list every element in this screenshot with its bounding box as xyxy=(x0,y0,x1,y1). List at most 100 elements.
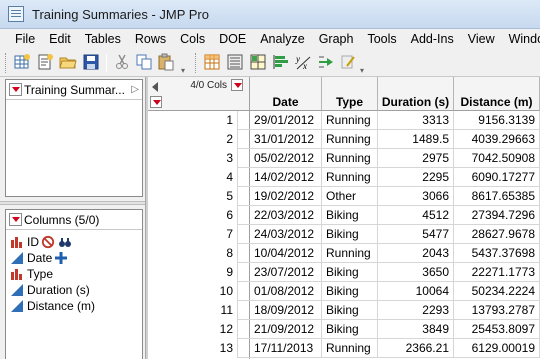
cell-type[interactable]: Running xyxy=(322,130,378,149)
cell-duration[interactable]: 2295 xyxy=(378,168,454,187)
cell-type[interactable]: Running xyxy=(322,149,378,168)
cell-distance[interactable]: 6090.17277 xyxy=(454,168,540,187)
fit-y-by-x-icon[interactable]: yx xyxy=(295,53,313,71)
rows-red-triangle-icon[interactable] xyxy=(150,96,162,108)
table-row[interactable]: 3 05/02/2012 Running 2975 7042.50908 xyxy=(148,149,540,168)
row-number[interactable]: 1 xyxy=(148,111,238,130)
toolbar-grip[interactable] xyxy=(195,53,198,73)
toolbar-overflow-icon[interactable]: ▾ xyxy=(178,53,188,75)
cell-distance[interactable]: 8617.65385 xyxy=(454,187,540,206)
cell-type[interactable]: Biking xyxy=(322,263,378,282)
cell-date[interactable]: 22/03/2012 xyxy=(250,206,322,225)
column-header-date[interactable]: Date xyxy=(250,77,322,111)
cell-type[interactable]: Running xyxy=(322,168,378,187)
table-row[interactable]: 2 31/01/2012 Running 1489.5 4039.29663 xyxy=(148,130,540,149)
menu-doe[interactable]: DOE xyxy=(212,32,253,46)
table-row[interactable]: 5 19/02/2012 Other 3066 8617.65385 xyxy=(148,187,540,206)
toolbar-overflow-icon[interactable]: ▾ xyxy=(357,53,367,75)
cell-date[interactable]: 10/04/2012 xyxy=(250,244,322,263)
row-number[interactable]: 4 xyxy=(148,168,238,187)
red-triangle-menu-icon[interactable] xyxy=(9,213,22,226)
cell-date[interactable]: 31/01/2012 xyxy=(250,130,322,149)
cell-distance[interactable]: 27394.7296 xyxy=(454,206,540,225)
cell-distance[interactable]: 5437.37698 xyxy=(454,244,540,263)
table-row[interactable]: 6 22/03/2012 Biking 4512 27394.7296 xyxy=(148,206,540,225)
column-header-distance[interactable]: Distance (m) xyxy=(454,77,540,111)
cell-distance[interactable]: 9156.3139 xyxy=(454,111,540,130)
row-number[interactable]: 3 xyxy=(148,149,238,168)
cell-date[interactable]: 24/03/2012 xyxy=(250,225,322,244)
cell-type[interactable]: Running xyxy=(322,244,378,263)
cell-duration[interactable]: 4512 xyxy=(378,206,454,225)
table-row[interactable]: 13 17/11/2013 Running 2366.21 6129.00019 xyxy=(148,339,540,358)
column-header-duration[interactable]: Duration (s) xyxy=(378,77,454,111)
cell-type[interactable]: Running xyxy=(322,111,378,130)
new-table-icon[interactable] xyxy=(13,53,31,71)
menu-tools[interactable]: Tools xyxy=(360,32,403,46)
table-row[interactable]: 4 14/02/2012 Running 2295 6090.17277 xyxy=(148,168,540,187)
copy-icon[interactable] xyxy=(135,53,153,71)
cell-date[interactable]: 14/02/2012 xyxy=(250,168,322,187)
table-row[interactable]: 1 29/01/2012 Running 3313 9156.3139 xyxy=(148,111,540,130)
menu-add-ins[interactable]: Add-Ins xyxy=(404,32,461,46)
table-row[interactable]: 12 21/09/2012 Biking 3849 25453.8097 xyxy=(148,320,540,339)
cell-distance[interactable]: 7042.50908 xyxy=(454,149,540,168)
table-row[interactable]: 9 23/07/2012 Biking 3650 22271.1773 xyxy=(148,263,540,282)
cell-date[interactable]: 01/08/2012 xyxy=(250,282,322,301)
menu-cols[interactable]: Cols xyxy=(173,32,212,46)
grid-corner[interactable]: 4/0 Cols xyxy=(148,77,250,111)
menu-tables[interactable]: Tables xyxy=(78,32,128,46)
red-triangle-menu-icon[interactable] xyxy=(9,83,22,96)
tabulate-icon[interactable] xyxy=(249,53,267,71)
cell-type[interactable]: Biking xyxy=(322,225,378,244)
toolbar-grip[interactable] xyxy=(5,53,8,73)
column-item-duration[interactable]: Duration (s) xyxy=(6,282,142,298)
cell-date[interactable]: 29/01/2012 xyxy=(250,111,322,130)
cell-type[interactable]: Biking xyxy=(322,282,378,301)
cell-type[interactable]: Running xyxy=(322,339,378,358)
cell-type[interactable]: Other xyxy=(322,187,378,206)
cell-duration[interactable]: 2366.21 xyxy=(378,339,454,358)
row-number[interactable]: 10 xyxy=(148,282,238,301)
cell-date[interactable]: 18/09/2012 xyxy=(250,301,322,320)
menu-file[interactable]: File xyxy=(0,32,42,46)
cell-distance[interactable]: 50234.2224 xyxy=(454,282,540,301)
edit-script-icon[interactable] xyxy=(339,53,357,71)
table-row[interactable]: 11 18/09/2012 Biking 2293 13793.2787 xyxy=(148,301,540,320)
row-number[interactable]: 8 xyxy=(148,244,238,263)
cell-distance[interactable]: 13793.2787 xyxy=(454,301,540,320)
cell-duration[interactable]: 3650 xyxy=(378,263,454,282)
cut-icon[interactable] xyxy=(113,53,131,71)
cols-red-triangle-icon[interactable] xyxy=(231,79,243,91)
cell-date[interactable]: 17/11/2013 xyxy=(250,339,322,358)
panel-splitter[interactable] xyxy=(0,201,145,205)
cell-distance[interactable]: 25453.8097 xyxy=(454,320,540,339)
column-item-distance[interactable]: Distance (m) xyxy=(6,298,142,314)
columns-panel-header[interactable]: Columns (5/0) xyxy=(6,210,142,230)
cell-type[interactable]: Biking xyxy=(322,320,378,339)
cell-duration[interactable]: 3849 xyxy=(378,320,454,339)
table-panel-header[interactable]: Training Summar... ▷ xyxy=(6,80,142,100)
menu-view[interactable]: View xyxy=(461,32,502,46)
save-icon[interactable] xyxy=(82,53,100,71)
cell-type[interactable]: Biking xyxy=(322,206,378,225)
distribution-icon[interactable] xyxy=(272,53,290,71)
row-number[interactable]: 9 xyxy=(148,263,238,282)
cell-distance[interactable]: 6129.00019 xyxy=(454,339,540,358)
row-number[interactable]: 11 xyxy=(148,301,238,320)
open-icon[interactable] xyxy=(59,53,77,71)
collapse-panel-arrow-icon[interactable] xyxy=(152,82,158,92)
cell-duration[interactable]: 2043 xyxy=(378,244,454,263)
cell-date[interactable]: 19/02/2012 xyxy=(250,187,322,206)
menu-analyze[interactable]: Analyze xyxy=(253,32,311,46)
cell-distance[interactable]: 4039.29663 xyxy=(454,130,540,149)
cell-duration[interactable]: 3313 xyxy=(378,111,454,130)
cell-date[interactable]: 05/02/2012 xyxy=(250,149,322,168)
column-item-date[interactable]: Date xyxy=(6,250,142,266)
row-number[interactable]: 5 xyxy=(148,187,238,206)
data-grid-icon[interactable] xyxy=(203,53,221,71)
cell-distance[interactable]: 22271.1773 xyxy=(454,263,540,282)
menu-window[interactable]: Window xyxy=(502,32,540,46)
cell-duration[interactable]: 5477 xyxy=(378,225,454,244)
table-row[interactable]: 10 01/08/2012 Biking 10064 50234.2224 xyxy=(148,282,540,301)
